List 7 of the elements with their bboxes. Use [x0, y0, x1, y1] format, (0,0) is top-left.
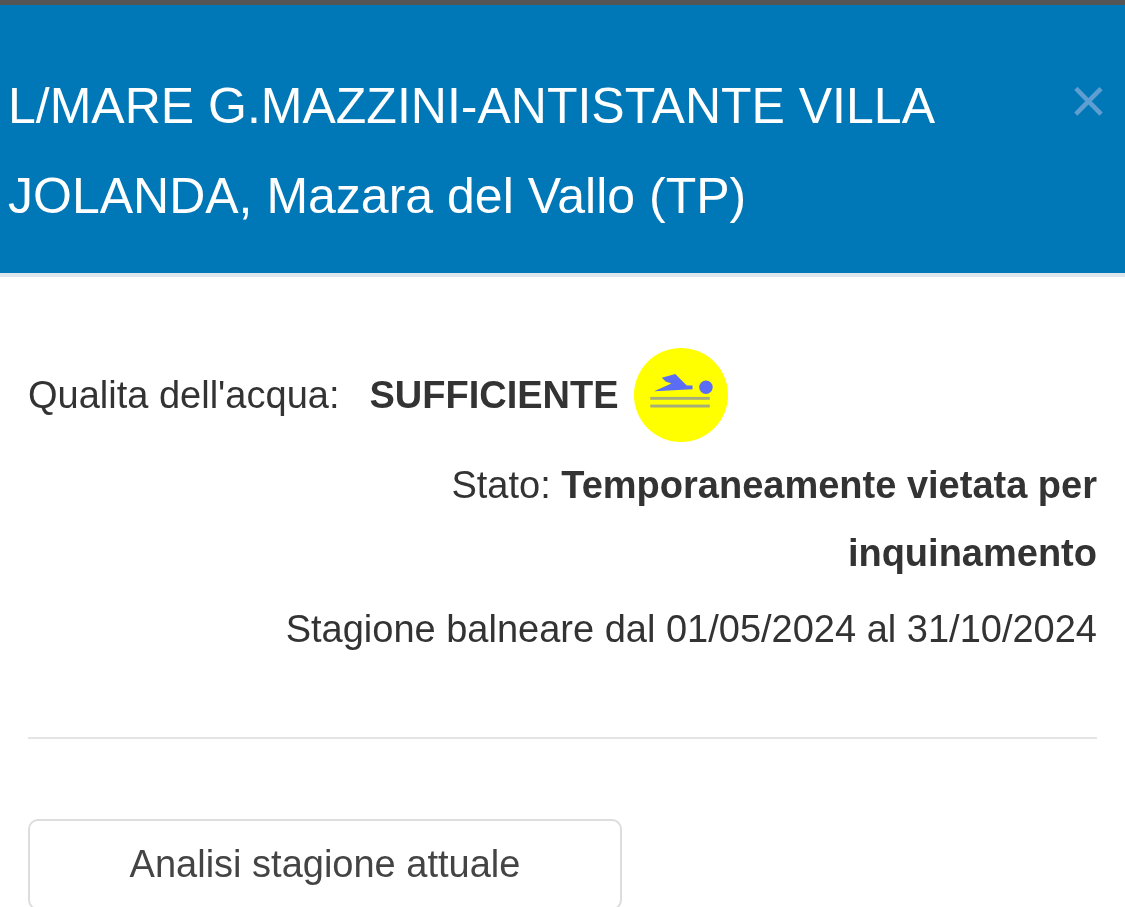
season-text: Stagione balneare dal 01/05/2024 al 31/10/2024	[284, 607, 1097, 652]
swimmer-icon	[632, 347, 729, 443]
quality-value: SUFFICIENTE	[369, 373, 619, 417]
status-text: Stato: Temporaneamente vietata per inquinamento	[450, 463, 1097, 576]
season-analysis-button[interactable]: Analisi stagione attuale	[28, 819, 622, 907]
quality-label: Qualita dell'acqua:	[28, 373, 340, 417]
beach-title: L/MARE G.MAZZINI-ANTISTANTE VILLA JOLANDA, Mazara del Vallo (TP)	[8, 77, 934, 226]
